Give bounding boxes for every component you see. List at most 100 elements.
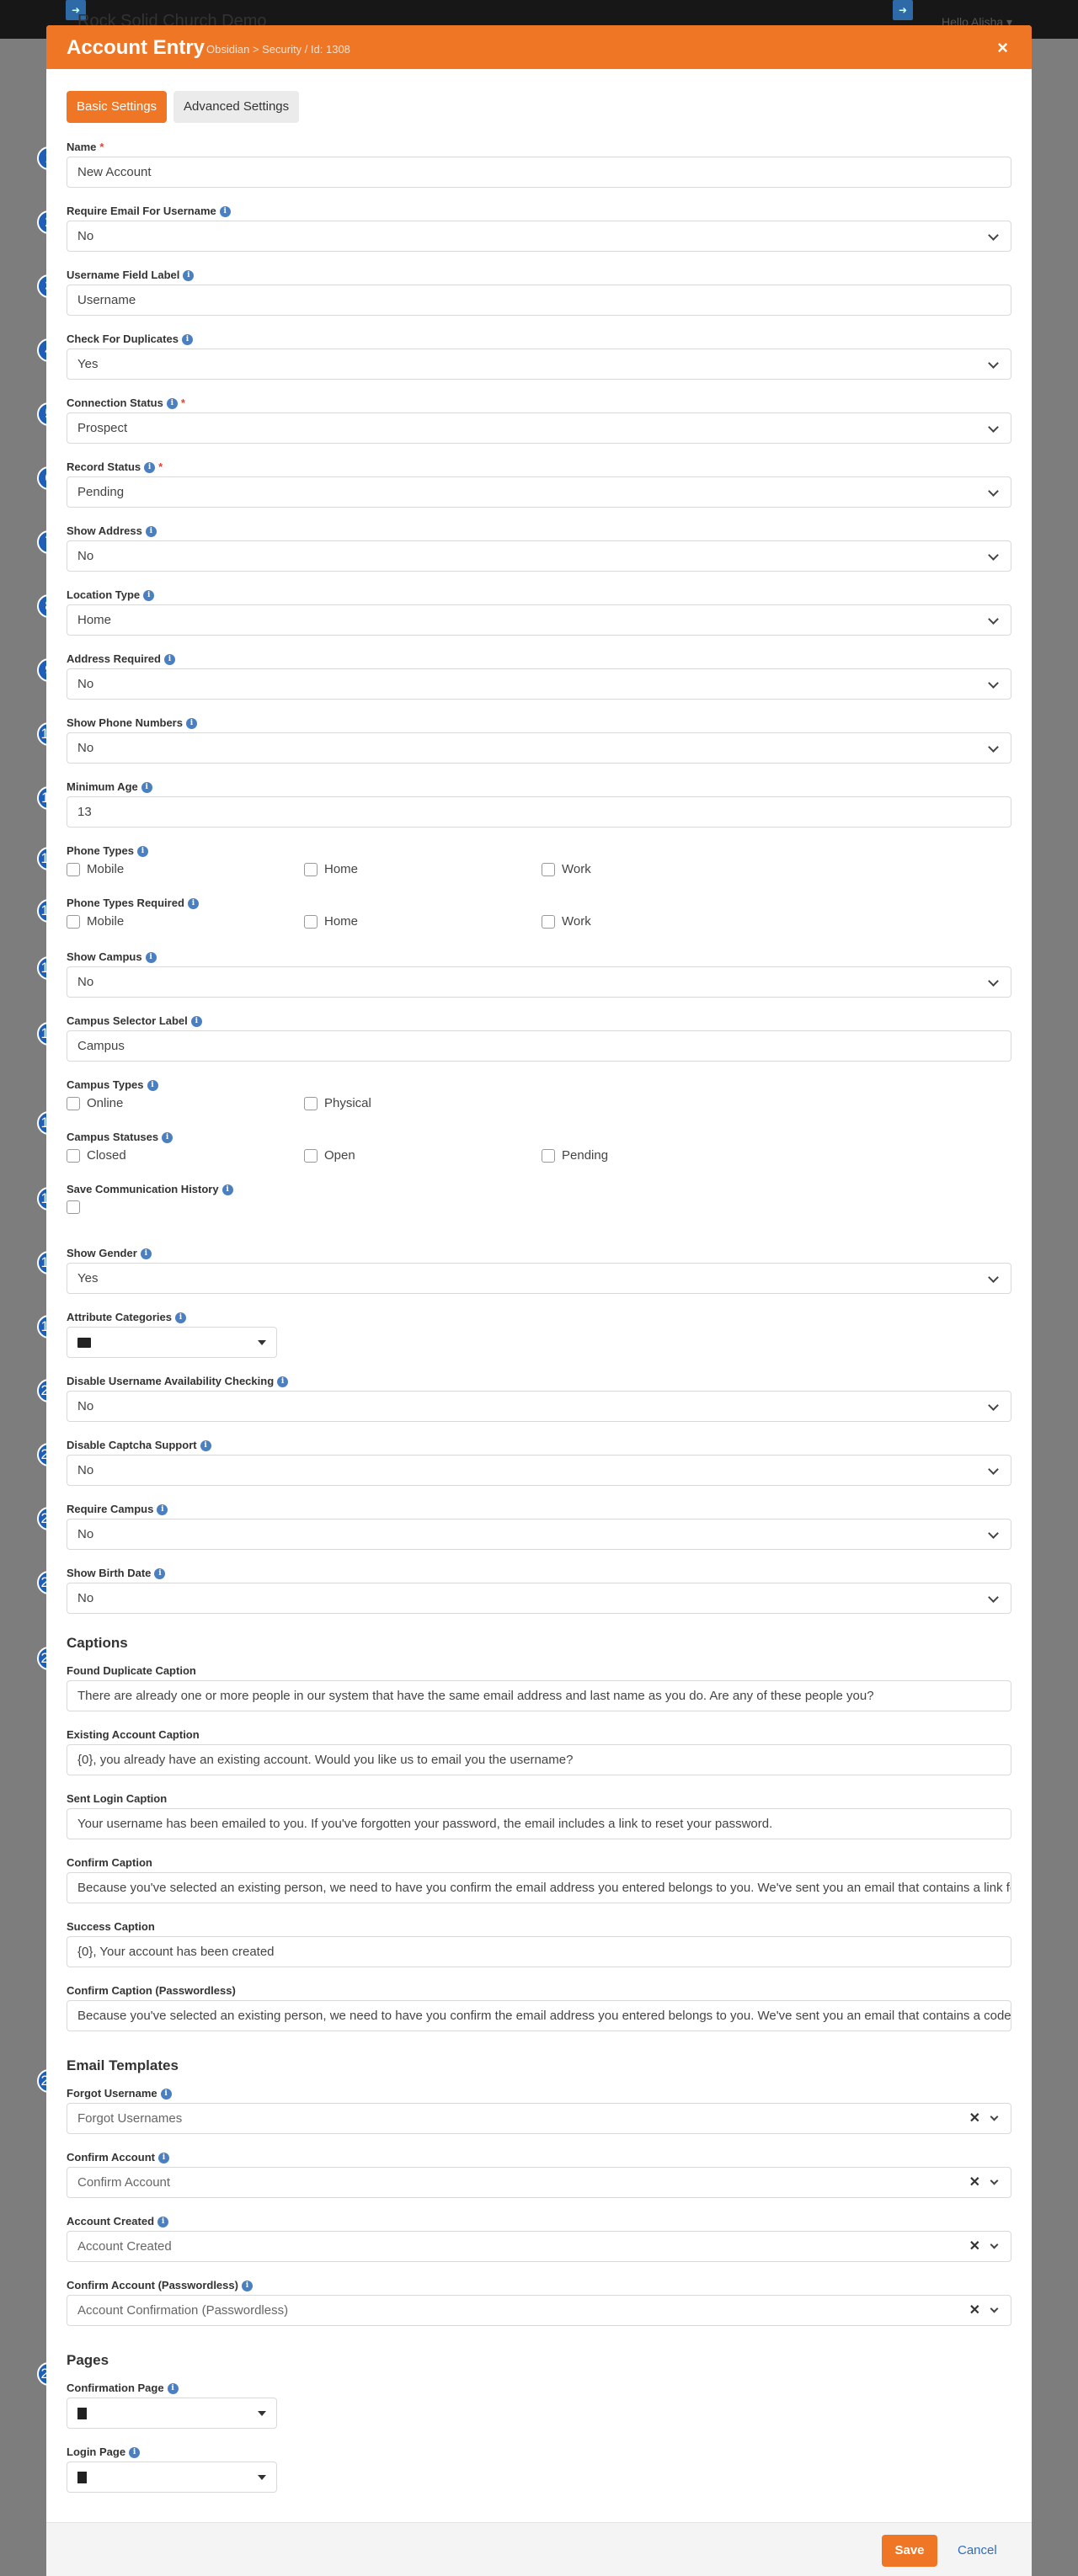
info-icon[interactable]: i bbox=[147, 1079, 158, 1091]
minimum-age-input[interactable]: 13 bbox=[67, 796, 1011, 828]
check-duplicates-select[interactable]: Yes bbox=[67, 349, 1011, 380]
clear-icon[interactable]: ✕ bbox=[969, 2232, 980, 2261]
clear-icon[interactable]: ✕ bbox=[969, 2168, 980, 2197]
confirm-passwordless-template-select[interactable]: Account Confirmation (Passwordless) ✕ bbox=[67, 2295, 1011, 2326]
name-input[interactable]: New Account bbox=[67, 157, 1011, 188]
info-icon[interactable]: i bbox=[163, 653, 175, 665]
info-icon[interactable]: i bbox=[181, 333, 193, 345]
campus-types-field: Campus Types i Online Physical bbox=[67, 1078, 1011, 1113]
phone-required-work-checkbox[interactable]: Work bbox=[542, 914, 591, 929]
campus-selector-label-input[interactable]: Campus bbox=[67, 1030, 1011, 1062]
forgot-username-template-select[interactable]: Forgot Usernames ✕ bbox=[67, 2103, 1011, 2134]
phone-required-home-checkbox[interactable]: Home bbox=[304, 914, 358, 929]
info-icon[interactable]: i bbox=[241, 2280, 253, 2291]
checkbox[interactable] bbox=[67, 1148, 80, 1163]
checkbox[interactable] bbox=[67, 1200, 80, 1214]
checkbox[interactable] bbox=[304, 1096, 318, 1110]
campus-status-pending-checkbox[interactable]: Pending bbox=[542, 1148, 608, 1163]
show-gender-select[interactable]: Yes bbox=[67, 1263, 1011, 1294]
info-icon[interactable]: i bbox=[183, 269, 195, 281]
info-icon[interactable]: i bbox=[162, 1131, 173, 1143]
info-icon[interactable]: i bbox=[174, 1312, 186, 1323]
checkbox[interactable] bbox=[304, 1148, 318, 1163]
confirm-account-template-select[interactable]: Confirm Account ✕ bbox=[67, 2167, 1011, 2198]
confirm-account-template-field: Confirm Account i Confirm Account ✕ bbox=[67, 2150, 1011, 2198]
confirm-caption-input[interactable]: Because you've selected an existing pers… bbox=[67, 1872, 1011, 1903]
address-required-select[interactable]: No bbox=[67, 668, 1011, 700]
info-icon[interactable]: i bbox=[185, 717, 197, 729]
checkbox[interactable] bbox=[542, 862, 555, 876]
info-icon[interactable]: i bbox=[167, 2382, 179, 2394]
location-type-select[interactable]: Home bbox=[67, 604, 1011, 636]
info-icon[interactable]: i bbox=[129, 2446, 141, 2458]
account-created-template-select[interactable]: Account Created ✕ bbox=[67, 2231, 1011, 2262]
clear-icon[interactable]: ✕ bbox=[969, 2104, 980, 2133]
info-icon[interactable]: i bbox=[141, 781, 152, 793]
info-icon[interactable]: i bbox=[145, 525, 157, 537]
info-icon[interactable]: i bbox=[166, 397, 178, 409]
checkbox[interactable] bbox=[67, 914, 80, 929]
info-icon[interactable]: i bbox=[145, 951, 157, 963]
connection-status-select[interactable]: Prospect bbox=[67, 412, 1011, 444]
tab-advanced-settings[interactable]: Advanced Settings bbox=[173, 91, 300, 123]
attribute-categories-field: Attribute Categories i bbox=[67, 1310, 1011, 1358]
sent-login-caption-input[interactable]: Your username has been emailed to you. I… bbox=[67, 1808, 1011, 1839]
info-icon[interactable]: i bbox=[154, 1567, 166, 1579]
success-caption-field: Success Caption {0}, Your account has be… bbox=[67, 1919, 1011, 1967]
show-birth-date-select[interactable]: No bbox=[67, 1583, 1011, 1614]
info-icon[interactable]: i bbox=[157, 2216, 169, 2227]
campus-type-physical-checkbox[interactable]: Physical bbox=[304, 1096, 371, 1110]
info-icon[interactable]: i bbox=[187, 897, 199, 909]
existing-account-caption-input[interactable]: {0}, you already have an existing accoun… bbox=[67, 1744, 1011, 1775]
found-duplicate-caption-input[interactable]: There are already one or more people in … bbox=[67, 1680, 1011, 1711]
checkbox[interactable] bbox=[67, 862, 80, 876]
campus-status-closed-checkbox[interactable]: Closed bbox=[67, 1148, 126, 1163]
checkbox[interactable] bbox=[542, 914, 555, 929]
disable-username-check-select[interactable]: No bbox=[67, 1391, 1011, 1422]
checkbox[interactable] bbox=[542, 1148, 555, 1163]
save-comm-history-checkbox[interactable] bbox=[67, 1200, 80, 1214]
confirmation-page-picker[interactable] bbox=[67, 2398, 277, 2429]
phone-type-mobile-checkbox[interactable]: Mobile bbox=[67, 862, 124, 876]
info-icon[interactable]: i bbox=[160, 2088, 172, 2100]
info-icon[interactable]: i bbox=[221, 1184, 233, 1195]
cancel-button[interactable]: Cancel bbox=[958, 2535, 997, 2567]
confirm-passwordless-caption-input[interactable]: Because you've selected an existing pers… bbox=[67, 2000, 1011, 2031]
checkbox[interactable] bbox=[304, 914, 318, 929]
campus-status-open-checkbox[interactable]: Open bbox=[304, 1148, 355, 1163]
login-page-label: Login Page bbox=[67, 2446, 126, 2458]
checkbox[interactable] bbox=[67, 1096, 80, 1110]
show-phone-select[interactable]: No bbox=[67, 732, 1011, 764]
phone-required-mobile-checkbox[interactable]: Mobile bbox=[67, 914, 124, 929]
attribute-categories-picker[interactable] bbox=[67, 1327, 277, 1358]
tab-basic-settings[interactable]: Basic Settings bbox=[67, 91, 168, 123]
require-email-select[interactable]: No bbox=[67, 221, 1011, 252]
disable-captcha-label: Disable Captcha Support bbox=[67, 1439, 197, 1451]
info-icon[interactable]: i bbox=[157, 1504, 168, 1515]
require-campus-select[interactable]: No bbox=[67, 1519, 1011, 1550]
login-page-picker[interactable] bbox=[67, 2462, 277, 2493]
info-icon[interactable]: i bbox=[140, 1248, 152, 1259]
save-button[interactable]: Save bbox=[882, 2535, 937, 2567]
clear-icon[interactable]: ✕ bbox=[969, 2296, 980, 2325]
username-label-input[interactable]: Username bbox=[67, 285, 1011, 316]
checkbox[interactable] bbox=[304, 862, 318, 876]
info-icon[interactable]: i bbox=[190, 1015, 202, 1027]
info-icon[interactable]: i bbox=[200, 1440, 211, 1451]
background-nav-icon-right: ➜ bbox=[893, 0, 913, 20]
info-icon[interactable]: i bbox=[144, 461, 156, 473]
info-icon[interactable]: i bbox=[277, 1376, 289, 1387]
record-status-select[interactable]: Pending bbox=[67, 476, 1011, 508]
success-caption-input[interactable]: {0}, Your account has been created bbox=[67, 1936, 1011, 1967]
info-icon[interactable]: i bbox=[143, 589, 155, 601]
disable-captcha-select[interactable]: No bbox=[67, 1455, 1011, 1486]
close-icon[interactable]: × bbox=[997, 37, 1008, 59]
show-campus-select[interactable]: No bbox=[67, 966, 1011, 998]
campus-type-online-checkbox[interactable]: Online bbox=[67, 1096, 123, 1110]
phone-type-work-checkbox[interactable]: Work bbox=[542, 862, 591, 876]
info-icon[interactable]: i bbox=[219, 205, 231, 217]
info-icon[interactable]: i bbox=[157, 2152, 169, 2164]
phone-type-home-checkbox[interactable]: Home bbox=[304, 862, 358, 876]
show-address-select[interactable]: No bbox=[67, 540, 1011, 572]
info-icon[interactable]: i bbox=[136, 845, 148, 857]
